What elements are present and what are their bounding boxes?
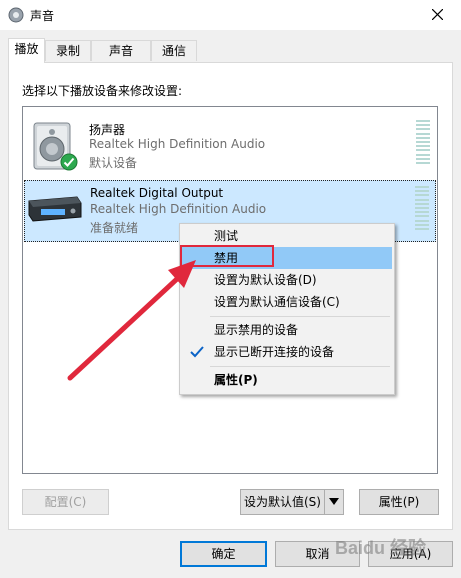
annotation-arrow-icon [67,260,196,381]
annotation-highlight-box [180,245,274,267]
watermark: Baidu 经验 [335,538,427,558]
